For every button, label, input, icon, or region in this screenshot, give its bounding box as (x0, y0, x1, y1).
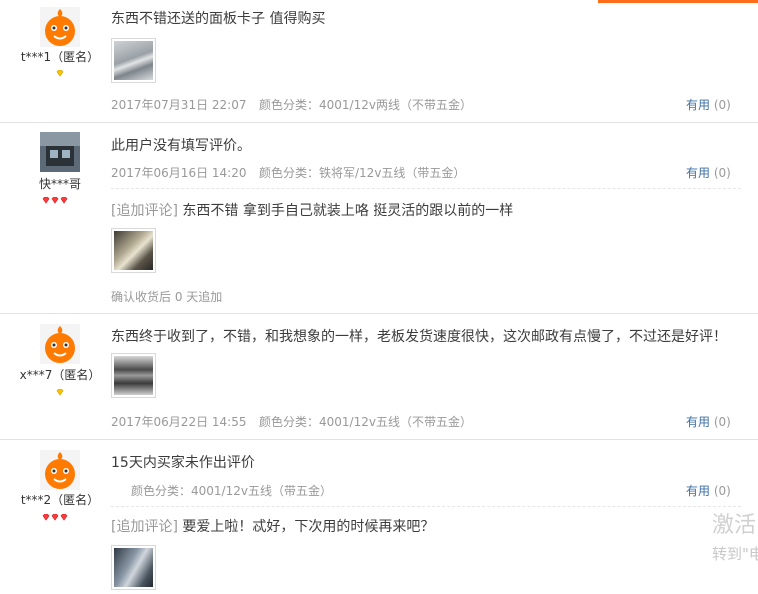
level-badge (56, 70, 64, 77)
review-content: 东西终于收到了，不错，和我想象的一样，老板发货速度很快，这次邮政有点慢了，不过还… (111, 329, 727, 345)
sku-info: 颜色分类：铁将军/12v五线（带五金） (259, 166, 466, 180)
orange-mascot-icon (40, 7, 80, 47)
review-content: 东西不错还送的面板卡子 值得购买 (111, 11, 326, 27)
photo-image (114, 356, 153, 395)
avatar[interactable] (40, 132, 80, 172)
review-divider (0, 122, 758, 123)
useful-label: 有用 (686, 415, 711, 429)
review-date: 2017年07月31日 22:07 (111, 98, 247, 112)
red-diamond-icon (51, 197, 59, 204)
photo-image (114, 231, 153, 270)
useful-count: (0) (713, 415, 731, 429)
append-text: 东西不错 拿到手自己就装上咯 挺灵活的跟以前的一样 (182, 203, 514, 219)
yellow-diamond-icon (56, 389, 64, 396)
append-divider (111, 506, 741, 507)
append-tag: [追加评论] (111, 203, 178, 219)
user-nickname: x***7（匿名） (19, 368, 101, 382)
useful-button[interactable]: 有用 (0) (686, 96, 731, 113)
sku-info: 颜色分类：4001/12v五线（带五金） (131, 484, 332, 498)
orange-mascot-icon (40, 324, 80, 364)
orange-mascot-icon (40, 450, 80, 490)
avatar[interactable] (40, 450, 80, 490)
review-content: 15天内买家未作出评价 (111, 455, 255, 471)
user-photo-icon (40, 132, 80, 172)
review-date: 2017年06月16日 14:20 (111, 166, 247, 180)
review-content: 此用户没有填写评价。 (111, 138, 251, 154)
append-text: 要爱上啦！忒好，下次用的时候再来吧？ (182, 519, 435, 535)
red-diamond-icon (42, 197, 50, 204)
avatar[interactable] (40, 324, 80, 364)
useful-label: 有用 (686, 484, 711, 498)
header-accent-bar (598, 0, 758, 3)
useful-count: (0) (713, 484, 731, 498)
review-photo-thumbnail[interactable] (111, 38, 156, 83)
level-badge (42, 514, 68, 521)
review-photo-thumbnail[interactable] (111, 545, 156, 590)
user-nickname: 快***哥 (38, 177, 81, 191)
red-diamond-icon (60, 514, 68, 521)
useful-label: 有用 (686, 166, 711, 180)
red-diamond-icon (60, 197, 68, 204)
review-photo-thumbnail[interactable] (111, 353, 156, 398)
review-divider (0, 313, 758, 314)
review-photo-thumbnail[interactable] (111, 228, 156, 273)
photo-image (114, 41, 153, 80)
append-review: [追加评论] 东西不错 拿到手自己就装上咯 挺灵活的跟以前的一样 (111, 200, 513, 220)
os-activation-watermark-sub: 转到"电 (712, 545, 758, 563)
useful-count: (0) (713, 166, 731, 180)
level-badge (42, 197, 68, 204)
review-divider (0, 439, 758, 440)
append-divider (111, 188, 741, 189)
red-diamond-icon (51, 514, 59, 521)
photo-image (114, 548, 153, 587)
useful-button[interactable]: 有用 (0) (686, 413, 731, 430)
sku-info: 颜色分类：4001/12v五线（不带五金） (259, 415, 472, 429)
user-nickname: t***1（匿名） (20, 50, 100, 64)
useful-count: (0) (713, 98, 731, 112)
user-nickname: t***2（匿名） (20, 493, 100, 507)
append-tag: [追加评论] (111, 519, 178, 535)
useful-button[interactable]: 有用 (0) (686, 482, 731, 499)
useful-button[interactable]: 有用 (0) (686, 164, 731, 181)
useful-label: 有用 (686, 98, 711, 112)
red-diamond-icon (42, 514, 50, 521)
append-review: [追加评论] 要爱上啦！忒好，下次用的时候再来吧？ (111, 516, 434, 536)
avatar[interactable] (40, 7, 80, 47)
level-badge (56, 389, 64, 396)
append-time: 确认收货后 0 天追加 (111, 290, 223, 304)
review-date: 2017年06月22日 14:55 (111, 415, 247, 429)
os-activation-watermark: 激活 (712, 513, 757, 538)
yellow-diamond-icon (56, 70, 64, 77)
sku-info: 颜色分类：4001/12v两线（不带五金） (259, 98, 472, 112)
